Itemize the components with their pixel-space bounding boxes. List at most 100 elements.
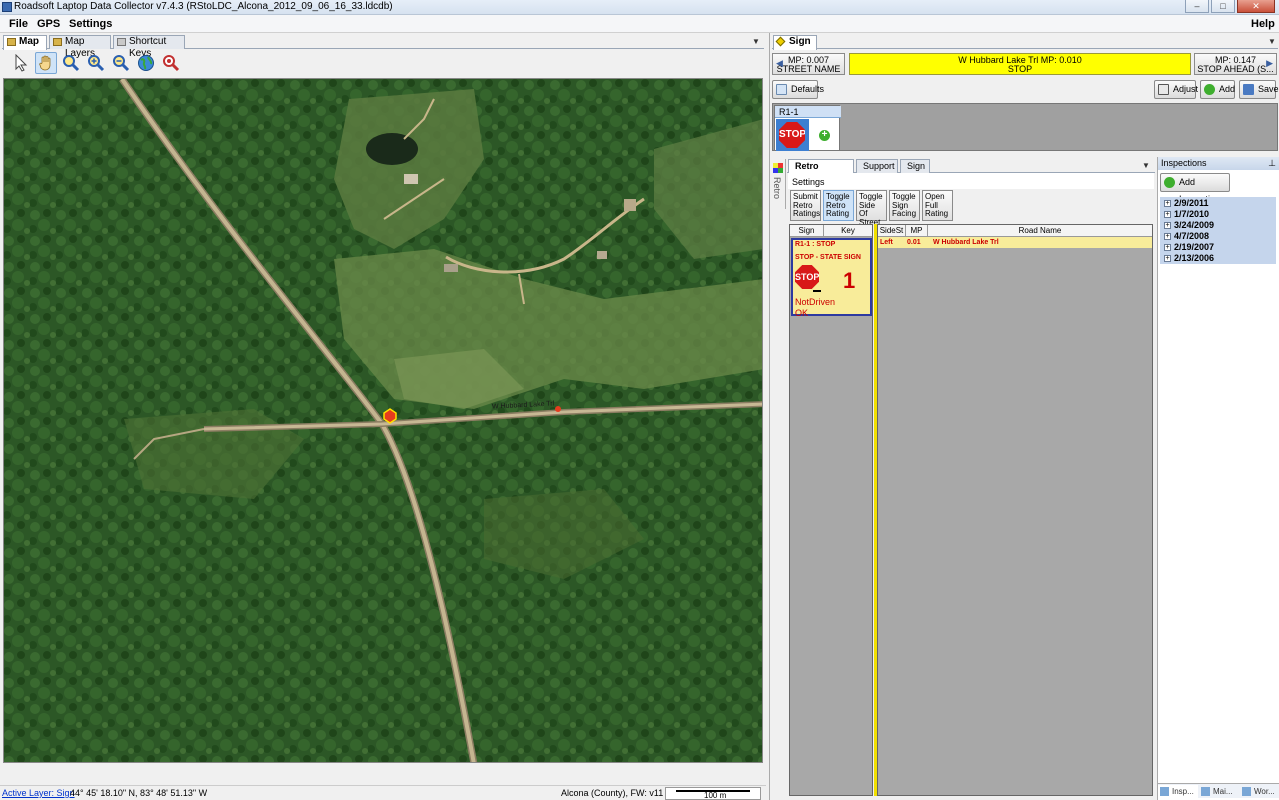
sign-thumbnail-selected[interactable]: STOP (776, 119, 809, 151)
magnifier-icon (63, 55, 80, 72)
tab-map-label: Map (19, 36, 39, 47)
expand-icon[interactable]: + (1164, 233, 1171, 240)
scale-label: 100 m (704, 791, 727, 800)
expand-icon[interactable]: + (1164, 244, 1171, 251)
add-button[interactable]: Add (1200, 80, 1235, 99)
col-roadname-header[interactable]: Road Name (928, 225, 1152, 237)
save-icon (1243, 84, 1254, 95)
toggle-retro-rating-button[interactable]: Toggle Retro Rating (823, 190, 854, 221)
sign-cell[interactable]: R1-1 STOP + (774, 105, 841, 151)
tab-sign[interactable]: Sign (773, 35, 817, 50)
menu-help[interactable]: Help (1251, 15, 1275, 33)
coordinates-readout: 44° 45' 18.10" N, 83° 48' 51.13" W (70, 788, 208, 798)
map-canvas[interactable]: W Hubbard Lake Trl (3, 78, 763, 763)
chevron-down-icon[interactable]: ▼ (1142, 161, 1150, 170)
list-item[interactable]: +3/24/2009 (1164, 220, 1214, 231)
col-key-header[interactable]: Key (824, 225, 872, 237)
inspections-header: Inspections ⊥ (1158, 157, 1279, 170)
table-row[interactable]: Left 0.01 W Hubbard Lake Trl (878, 237, 1152, 248)
tab-sign-detail[interactable]: Sign (900, 159, 930, 173)
list-item[interactable]: +2/13/2006 (1164, 253, 1214, 264)
col-mp-header[interactable]: MP (906, 225, 928, 237)
sign-strip: R1-1 STOP + (772, 103, 1278, 151)
next-sign-button[interactable]: ▶ MP: 0.147 STOP AHEAD (S... (1194, 53, 1277, 75)
open-full-rating-button[interactable]: Open Full Rating (922, 190, 953, 221)
sign-post-icon (813, 290, 821, 292)
chevron-left-icon: ◀ (776, 58, 783, 68)
list-item[interactable]: +1/7/2010 (1164, 209, 1209, 220)
minimize-button[interactable]: – (1185, 0, 1209, 13)
inspections-panel: Inspections ⊥ Add Inspection +2/9/2011 +… (1157, 157, 1279, 800)
county-info: Alcona (County), FW: v11 (561, 788, 664, 798)
add-inspection-button[interactable]: Add Inspection (1160, 173, 1230, 204)
chevron-down-icon[interactable]: ▼ (1268, 37, 1276, 46)
adjust-icon (1158, 84, 1169, 95)
submit-retro-ratings-button[interactable]: Submit Retro Ratings (790, 190, 821, 221)
adjust-button[interactable]: Adjust (1154, 80, 1199, 99)
add-label: Add (1219, 84, 1236, 94)
tab-shortcut-keys[interactable]: Shortcut Keys (113, 35, 185, 59)
retro-side-tab[interactable]: Retro (770, 159, 786, 209)
tab-support[interactable]: Support (856, 159, 898, 173)
select-pointer-tool[interactable] (10, 52, 32, 74)
cell-mp: 0.01 (907, 239, 921, 246)
toggle-sign-facing-button[interactable]: Toggle Sign Facing (889, 190, 920, 221)
list-item[interactable]: +4/7/2008 (1164, 231, 1209, 242)
sign-grid: SideSt MP Road Name Left 0.01 W Hubbard … (877, 224, 1153, 796)
close-button[interactable]: ✕ (1237, 0, 1275, 13)
zoom-out-tool[interactable] (110, 52, 132, 74)
toggle-side-of-street-button[interactable]: Toggle Side Of Street (856, 190, 887, 226)
list-item[interactable]: +2/9/2011 (1164, 198, 1209, 209)
tab-work[interactable]: Wor... (1240, 785, 1279, 798)
sign-card[interactable]: R1-1 : STOP STOP - STATE SIGN STOP 1 Not… (791, 238, 872, 318)
tab-map-layers[interactable]: Map Layers (49, 35, 111, 59)
status-bar: Active Layer: Sign 44° 45' 18.10" N, 83°… (0, 785, 766, 800)
list-item[interactable]: +2/19/2007 (1164, 242, 1214, 253)
add-icon (1204, 84, 1215, 95)
active-layer-link[interactable]: Active Layer: Sign (2, 786, 75, 800)
zoom-in-tool[interactable] (85, 52, 107, 74)
menu-gps[interactable]: GPS (37, 15, 60, 33)
add-sign-icon[interactable]: + (819, 130, 830, 141)
sign-marker[interactable] (555, 406, 561, 412)
save-label: Save (1258, 84, 1279, 94)
zoom-tool[interactable] (60, 52, 82, 74)
expand-icon[interactable]: + (1164, 255, 1171, 262)
keys-tab-icon (117, 38, 126, 46)
stop-sign-icon: STOP (779, 122, 805, 148)
col-sidest-header[interactable]: SideSt (878, 225, 906, 237)
tab-maintenance[interactable]: Mai... (1199, 785, 1239, 798)
menu-settings[interactable]: Settings (69, 15, 112, 33)
maximize-button[interactable]: □ (1211, 0, 1235, 13)
tab-inspections[interactable]: Insp... (1158, 785, 1198, 798)
settings-label: Settings (792, 177, 825, 187)
inspections-tab-icon (1160, 787, 1169, 796)
defaults-label: Defaults (791, 84, 825, 94)
window-titlebar: Roadsoft Laptop Data Collector v7.4.3 (R… (0, 0, 1279, 15)
pin-icon[interactable]: ⊥ (1268, 157, 1276, 170)
tab-sign-label: Sign (789, 36, 811, 47)
window-title: Roadsoft Laptop Data Collector v7.4.3 (R… (14, 1, 393, 12)
previous-sign-button[interactable]: ◀ MP: 0.007 STREET NAME (772, 53, 845, 75)
menu-file[interactable]: File (9, 15, 28, 33)
stop-sign-marker[interactable] (383, 408, 397, 424)
sign-code: R1-1 (775, 106, 841, 118)
zoom-previous-tool[interactable] (160, 52, 182, 74)
tab-retro-rating[interactable]: Retro Rating (788, 159, 854, 183)
pointer-icon (15, 54, 28, 72)
expand-icon[interactable]: + (1164, 211, 1171, 218)
chevron-down-icon[interactable]: ▼ (752, 37, 760, 46)
defaults-button[interactable]: Defaults (772, 80, 824, 99)
expand-icon[interactable]: + (1164, 222, 1171, 229)
adjust-label: Adjust (1173, 84, 1199, 94)
tab-map[interactable]: Map (3, 35, 47, 50)
stop-sign-icon: STOP (795, 265, 819, 289)
card-desc-line: STOP - STATE SIGN (795, 254, 861, 261)
map-toolbar (10, 52, 182, 76)
col-sign-header[interactable]: Sign (790, 225, 824, 237)
expand-icon[interactable]: + (1164, 200, 1171, 207)
save-button[interactable]: Save (1239, 80, 1279, 99)
full-extent-tool[interactable] (135, 52, 157, 74)
inspections-title: Inspections (1161, 158, 1207, 168)
pan-tool[interactable] (35, 52, 57, 74)
